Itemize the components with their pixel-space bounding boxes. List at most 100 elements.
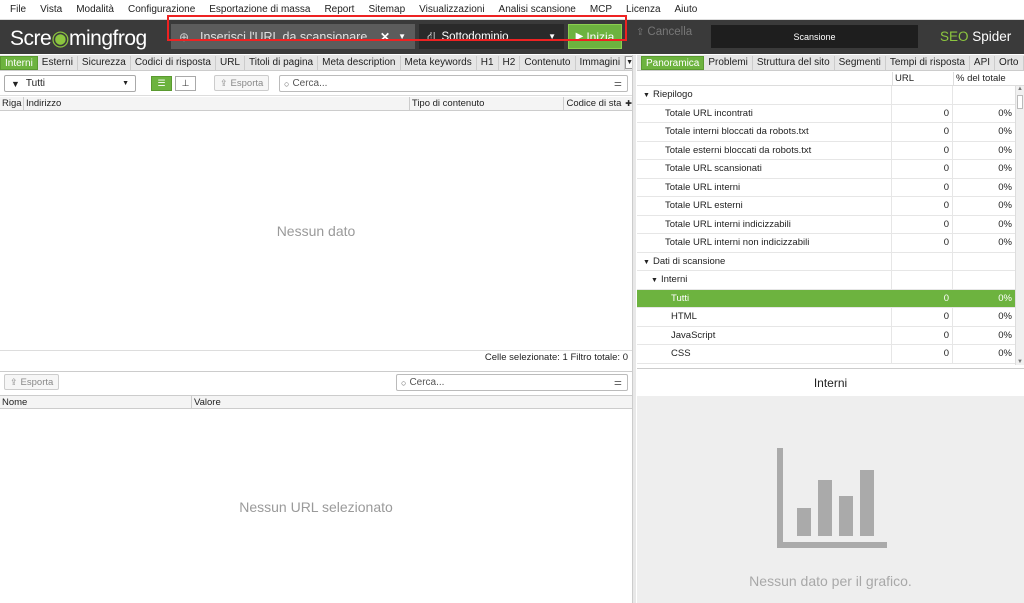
tree-row-url-count [892, 252, 953, 270]
tree-row[interactable]: Totale URL incontrati 0 0% [637, 104, 1015, 123]
cancel-button[interactable]: ⇪ Cancella [636, 26, 692, 38]
tab-url[interactable]: URL [216, 55, 245, 70]
tree-row[interactable]: ▼ Dati di scansione [637, 252, 1015, 271]
tab-meta-keywords[interactable]: Meta keywords [401, 55, 477, 70]
tree-row[interactable]: ▼ Riepilogo [637, 86, 1015, 105]
tab-orto[interactable]: Orto [995, 55, 1024, 70]
tree-row-url-count: 0 [892, 141, 953, 159]
menu-item[interactable]: Licenza [619, 4, 667, 15]
bottom-export-button[interactable]: ⇪ Esporta [4, 374, 60, 390]
tree-row-label: Totale URL interni indicizzabili [665, 218, 791, 230]
left-filter-bar: ▼ Tutti ▼ ☰ ⊥ ⇪ Esporta ○ Cerca... ⚌ [0, 72, 632, 96]
tree-row-label: Tutti [671, 292, 690, 304]
column-header[interactable]: Indirizzo [24, 97, 410, 110]
bottom-empty-message: Nessun URL selezionato [239, 498, 393, 515]
tree-row[interactable]: Totale interni bloccati da robots.txt 0 0% [637, 123, 1015, 142]
tab-meta-description[interactable]: Meta description [318, 55, 401, 70]
tab-tempi-di-risposta[interactable]: Tempi di risposta [886, 55, 970, 70]
filter-select[interactable]: ▼ Tutti ▼ [4, 75, 136, 92]
column-header[interactable]: Valore [192, 396, 632, 408]
tree-row[interactable]: Tutti 0 0% [637, 289, 1015, 308]
column-header[interactable]: Tipo di contenuto [410, 97, 565, 110]
tree-row-percent: 0% [998, 144, 1012, 156]
add-column-icon[interactable]: ✚ [624, 97, 632, 110]
left-search-input[interactable]: ○ Cerca... ⚌ [279, 75, 628, 92]
tree-row[interactable]: Totale URL scansionati 0 0% [637, 160, 1015, 179]
tab-immagini[interactable]: Immagini [576, 55, 626, 70]
tree-row[interactable]: ▼ Interni [637, 271, 1015, 290]
menu-item[interactable]: Modalità [69, 4, 121, 15]
tree-row[interactable]: Totale esterni bloccati da robots.txt 0 0% [637, 141, 1015, 160]
tab-codici-di-risposta[interactable]: Codici di risposta [131, 55, 216, 70]
tree-row[interactable]: HTML 0 0% [637, 308, 1015, 327]
tab-h2[interactable]: H2 [499, 55, 521, 70]
menu-item[interactable]: Esportazione di massa [202, 4, 317, 15]
pane-divider[interactable] [632, 55, 636, 603]
tree-icon: ⊥ [181, 78, 190, 88]
menu-item[interactable]: Report [317, 4, 361, 15]
menu-item[interactable]: MCP [583, 4, 619, 15]
tab-titoli-di-pagina[interactable]: Titoli di pagina [245, 55, 319, 70]
tree-row-percent: 0% [998, 200, 1012, 211]
list-view-button[interactable]: ☰ [151, 76, 172, 91]
expand-icon[interactable]: ▼ [643, 254, 653, 271]
menu-item[interactable]: Aiuto [668, 4, 705, 15]
menu-item[interactable]: Sitemap [361, 4, 412, 15]
tree-row-label: Interni [661, 274, 688, 285]
tree-row[interactable]: Totale URL esterni 0 0% [637, 197, 1015, 216]
column-header-pct[interactable]: % del totale [953, 72, 1015, 86]
tab-h1[interactable]: H1 [477, 55, 499, 70]
tab-api[interactable]: API [970, 55, 996, 70]
bar-chart-icon [777, 448, 887, 548]
scroll-down-icon[interactable]: ▼ [1017, 359, 1023, 365]
tab-sicurezza[interactable]: Sicurezza [78, 55, 131, 70]
tree-row-label: HTML [671, 311, 697, 322]
tree-scrollbar[interactable]: ▲ ▼ [1015, 86, 1024, 365]
cancel-icon: ⇪ [636, 26, 645, 38]
tree-row-url-count: 0 [892, 345, 953, 363]
adjust-icon[interactable]: ⚌ [614, 377, 622, 388]
column-header[interactable]: Nome [0, 396, 192, 408]
tab-esterni[interactable]: Esterni [38, 55, 78, 70]
scroll-thumb[interactable] [1017, 95, 1023, 109]
tree-row-url-count: 0 [892, 326, 953, 344]
tree-row[interactable]: Totale URL interni non indicizzabili 0 0% [637, 234, 1015, 253]
expand-icon[interactable]: ▼ [643, 87, 653, 104]
column-header[interactable]: Codice di sta [564, 97, 624, 110]
column-header[interactable]: Riga [0, 97, 24, 110]
tree-row[interactable]: JavaScript 0 0% [637, 326, 1015, 345]
tree-view-button[interactable]: ⊥ [175, 76, 196, 91]
export-label: Esporta [230, 77, 264, 89]
tree-row[interactable]: CSS 0 0% [637, 345, 1015, 364]
brand-label: SEO Spider [940, 29, 1012, 44]
column-header-url[interactable]: URL [892, 72, 952, 86]
tree-row-url-count [892, 86, 953, 104]
tab-interni[interactable]: Interni [0, 55, 38, 70]
tab-struttura-del-sito[interactable]: Struttura del sito [753, 55, 835, 70]
tab-segmenti[interactable]: Segmenti [835, 55, 886, 70]
tab-panoramica[interactable]: Panoramica [641, 55, 705, 70]
adjust-icon[interactable]: ⚌ [614, 78, 622, 89]
expand-icon[interactable]: ▼ [651, 272, 661, 289]
tree-row-percent [953, 86, 1015, 104]
left-empty-message: Nessun dato [276, 223, 356, 239]
menu-item[interactable]: Visualizzazioni [412, 4, 491, 15]
menu-item[interactable]: Analisi scansione [492, 4, 583, 15]
menu-item[interactable]: Vista [33, 4, 69, 15]
tree-row[interactable]: Totale URL interni 0 0% [637, 178, 1015, 197]
chart-empty-message: Nessun dato per il grafico. [749, 573, 912, 589]
bottom-search-input[interactable]: ○ Cerca... ⚌ [396, 374, 628, 391]
tab-problemi[interactable]: Problemi [704, 55, 753, 70]
export-button[interactable]: ⇪ Esporta [214, 75, 270, 91]
tree-row[interactable]: Totale URL interni indicizzabili 0 0% [637, 215, 1015, 234]
menu-item[interactable]: Configurazione [121, 4, 202, 15]
tab-contenuto[interactable]: Contenuto [520, 55, 576, 70]
tree-row-url-count: 0 [892, 178, 953, 196]
tree-row-percent [953, 253, 1015, 271]
tree-row-label: Totale URL scansionati [665, 163, 762, 174]
tree-row-url-count: 0 [892, 123, 953, 141]
menu-item[interactable]: File [3, 4, 33, 15]
left-status-bar: Celle selezionate: 1 Filtro totale: 0 [0, 350, 632, 364]
tree-row-percent: 0% [998, 163, 1012, 174]
scroll-up-icon[interactable]: ▲ [1017, 86, 1023, 92]
